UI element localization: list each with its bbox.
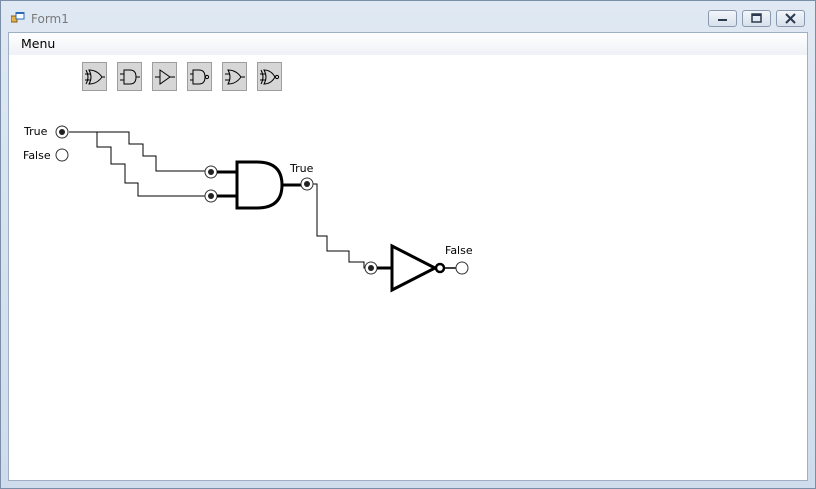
and-output-label: True xyxy=(290,162,314,175)
form-client-area: Menu True False True False xyxy=(8,32,808,481)
minimize-button[interactable] xyxy=(708,10,737,27)
close-button[interactable] xyxy=(776,10,805,27)
app-icon xyxy=(11,12,25,23)
restore-icon xyxy=(751,13,762,23)
app-window: Form1 Menu True False True False xyxy=(0,0,816,489)
restore-button[interactable] xyxy=(742,10,771,27)
title-bar[interactable]: Form1 xyxy=(1,1,815,32)
circuit-canvas xyxy=(55,125,469,293)
not-output-pin xyxy=(455,261,469,275)
input-true-radio[interactable] xyxy=(55,125,69,139)
not-output-label: False xyxy=(445,244,473,257)
wire-and-to-not xyxy=(313,183,365,269)
close-icon xyxy=(785,13,796,24)
window-title: Form1 xyxy=(31,12,69,26)
wire-input-to-and-a xyxy=(69,131,205,172)
input-false-radio[interactable] xyxy=(55,148,69,162)
minimize-icon xyxy=(718,19,727,21)
wire-input-to-and-b xyxy=(96,132,205,197)
